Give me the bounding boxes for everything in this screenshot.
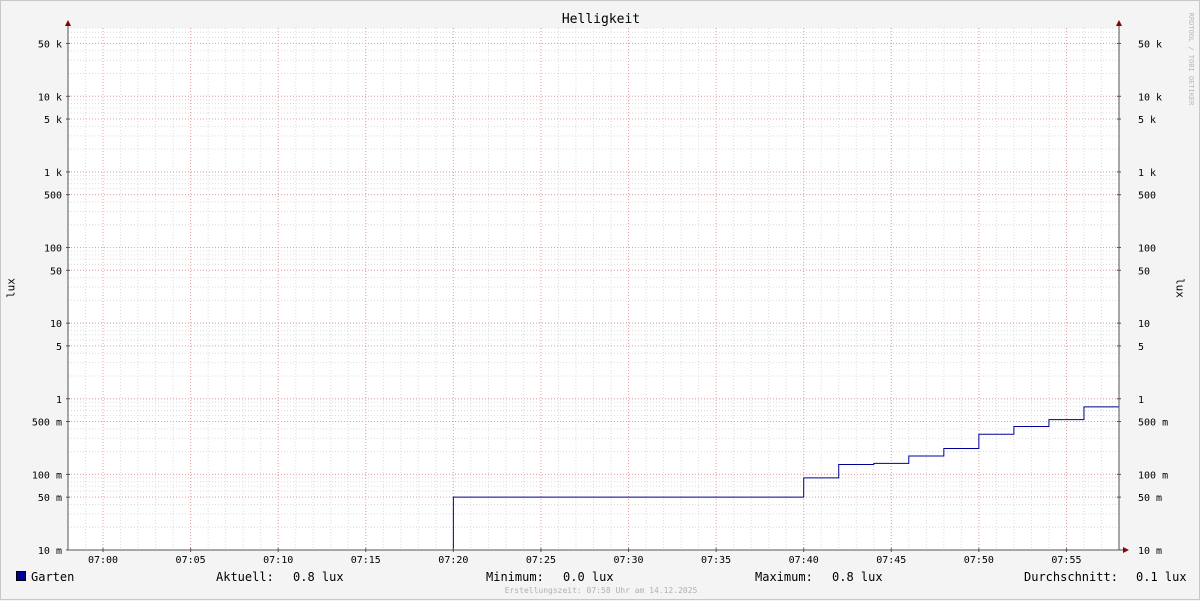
y-tick-label-right: 1 k (1138, 168, 1156, 179)
y-tick-label-left: 50 (50, 266, 62, 277)
y-tick-label-left: 500 m (32, 418, 62, 429)
chart-canvas: 10 m 50 m 100 m 500 m 1 5 10 50 100 500 1 k 5 k 10 k… (32, 20, 1168, 566)
y-tick-labels-left: 10 m 50 m 100 m 500 m 1 5 10 50 100 500 1 k 5 k 10 k… (32, 39, 62, 557)
y-tick-label-right: 50 (1138, 266, 1150, 277)
y-axis-label-right: lux (1173, 278, 1187, 298)
legend-avg-value: 0.1 lux (1136, 570, 1187, 584)
y-tick-label-left: 1 k (44, 168, 62, 179)
y-tick-label-left: 50 m (38, 493, 62, 504)
legend-series-name: Garten (31, 570, 75, 584)
legend-current-label: Aktuell: (216, 570, 274, 584)
y-tick-label-left: 100 m (32, 470, 62, 481)
y-tick-label-left: 500 (44, 191, 62, 202)
y-tick-label-right: 100 m (1138, 470, 1168, 481)
chart-title: Helligkeit (561, 12, 641, 27)
chart-frame: 10 m 50 m 100 m 500 m 1 5 10 50 100 500 1 k 5 k 10 k… (0, 0, 1200, 600)
x-tick-label: 07:45 (876, 555, 906, 566)
legend-min-value: 0.0 lux (563, 570, 614, 584)
x-tick-label: 07:35 (701, 555, 731, 566)
y-tick-label-left: 100 (44, 244, 62, 255)
x-tick-label: 07:30 (613, 555, 643, 566)
y-tick-label-right: 50 k (1138, 39, 1162, 50)
legend-max-label: Maximum: (755, 570, 813, 584)
x-axis-arrow (1123, 547, 1129, 553)
legend-swatch (16, 571, 26, 581)
legend: Garten Aktuell: 0.8 lux Minimum: 0.0 lux… (1, 570, 1200, 584)
x-tick-label: 07:40 (789, 555, 819, 566)
y-tick-label-right: 100 (1138, 244, 1156, 255)
legend-max-value: 0.8 lux (832, 570, 883, 584)
y-tick-label-left: 1 (56, 395, 62, 406)
x-tick-labels: 07:00 07:05 07:10 07:15 07:20 07:25 07:30 07:35… (88, 555, 1082, 566)
legend-current-value: 0.8 lux (293, 570, 344, 584)
x-tick-label: 07:55 (1051, 555, 1081, 566)
y-tick-label-right: 1 (1138, 395, 1144, 406)
x-tick-label: 07:20 (438, 555, 468, 566)
y-tick-label-left: 10 k (38, 92, 62, 103)
footer-timestamp: Erstellungszeit: 07:58 Uhr am 14.12.2025 (504, 586, 698, 595)
y-tick-label-left: 5 (56, 342, 62, 353)
rrdtool-watermark: RRDTOOL / TOBI OETIKER (1187, 12, 1195, 106)
y-tick-label-left: 10 m (38, 546, 62, 557)
y-tick-label-left: 50 k (38, 39, 62, 50)
y-tick-label-right: 5 (1138, 342, 1144, 353)
x-tick-label: 07:10 (263, 555, 293, 566)
legend-min-label: Minimum: (486, 570, 544, 584)
x-tick-label: 07:50 (964, 555, 994, 566)
y-axis-label-left: lux (4, 278, 18, 298)
y-tick-label-left: 10 (50, 319, 62, 330)
x-tick-label: 07:05 (176, 555, 206, 566)
x-tick-label: 07:25 (526, 555, 556, 566)
y-tick-label-right: 50 m (1138, 493, 1162, 504)
y-tick-label-right: 500 (1138, 191, 1156, 202)
legend-avg-label: Durchschnitt: (1024, 570, 1118, 584)
x-tick-label: 07:15 (351, 555, 381, 566)
y-tick-labels-right: 10 m 50 m 100 m 500 m 1 5 10 50 100 500 1 k 5 k 10 k… (1138, 39, 1168, 557)
y-tick-label-left: 5 k (44, 115, 62, 126)
y-tick-label-right: 5 k (1138, 115, 1156, 126)
y-tick-label-right: 10 k (1138, 92, 1162, 103)
y-tick-label-right: 500 m (1138, 418, 1168, 429)
y-tick-label-right: 10 m (1138, 546, 1162, 557)
x-tick-label: 07:00 (88, 555, 118, 566)
y-tick-label-right: 10 (1138, 319, 1150, 330)
